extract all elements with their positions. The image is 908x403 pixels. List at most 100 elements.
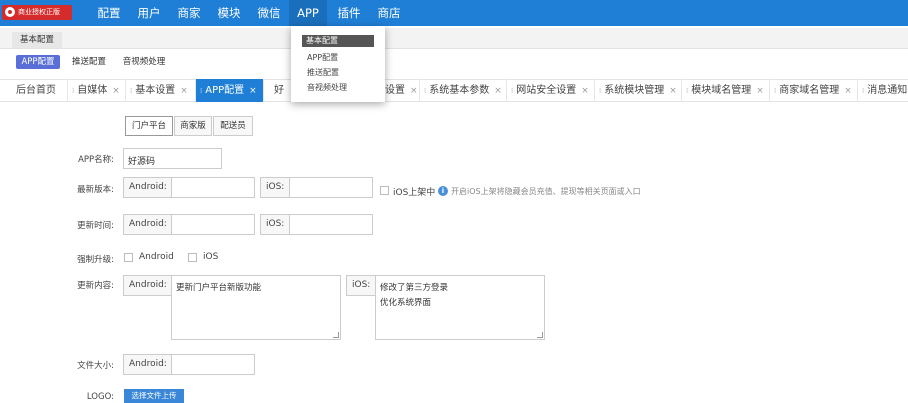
force-android-checkbox[interactable] [124, 253, 133, 262]
version-android-addon: Android: [123, 177, 172, 198]
tab-partial-b[interactable]: 设置 × [385, 79, 420, 102]
force-ios-checkbox[interactable] [188, 253, 197, 262]
update-time-label: 更新时间: [77, 221, 114, 231]
resize-handle-icon[interactable] [333, 332, 339, 338]
content-ios-addon: iOS: [346, 275, 376, 296]
update-time-ios-addon: iOS: [260, 214, 290, 235]
nav-merchants[interactable]: 商家 [172, 0, 206, 26]
segment-portal[interactable]: 门户平台 [125, 116, 173, 136]
tab-partial-b-label: 设置 [385, 85, 405, 96]
tab-media-label: 自媒体 [77, 85, 108, 96]
version-ios-input[interactable] [289, 177, 373, 198]
tab-media[interactable]: ⁞ 自媒体 × [68, 79, 126, 102]
tab-home[interactable]: 后台首页 [8, 79, 68, 102]
grip-icon: ⁞ [130, 87, 133, 95]
close-icon[interactable]: × [180, 86, 188, 96]
grip-icon: ⁞ [424, 87, 427, 95]
close-icon[interactable]: × [669, 86, 677, 96]
tab-basic-settings-label: 基本设置 [135, 85, 176, 96]
size-android-addon: Android: [123, 354, 172, 375]
content-android-line: 更新门户平台新版功能 [176, 283, 262, 293]
force-upgrade-label: 强制升级: [77, 255, 114, 265]
close-icon[interactable]: × [581, 86, 589, 96]
grip-icon: ⁞ [200, 87, 203, 95]
grip-icon: ⁞ [72, 87, 75, 95]
tab-home-label: 后台首页 [16, 85, 56, 96]
file-size-label: 文件大小: [77, 361, 114, 371]
app-dropdown-menu: 基本配置 APP配置 推送配置 音视频处理 [291, 26, 385, 102]
grip-icon: ⁞ [774, 87, 777, 95]
dropdown-header: 基本配置 [302, 35, 374, 47]
subnav-app-config[interactable]: APP配置 [16, 55, 60, 69]
basic-config-chip[interactable]: 基本配置 [12, 32, 62, 48]
tab-basic-settings[interactable]: ⁞ 基本设置 × [126, 79, 196, 102]
nav-users[interactable]: 用户 [132, 0, 166, 26]
subnav-push-config[interactable]: 推送配置 [68, 55, 110, 69]
dropdown-item-app-config[interactable]: APP配置 [307, 52, 338, 63]
secondary-bar [0, 28, 908, 49]
tab-app-config-label: APP配置 [205, 85, 245, 96]
ios-shelf-label: iOS上架中 [393, 188, 436, 198]
nav-store[interactable]: 商店 [372, 0, 406, 26]
subnav-av-processing[interactable]: 音视频处理 [118, 55, 170, 69]
close-icon[interactable]: × [410, 86, 418, 96]
close-icon[interactable]: × [494, 86, 502, 96]
brand-logo-text: 商业授权正版 [18, 8, 60, 16]
close-icon[interactable]: × [112, 86, 120, 96]
tab-partial-a[interactable]: 好 [264, 79, 292, 102]
tab-module-domain[interactable]: ⁞ 模块域名管理 × [682, 79, 770, 102]
content-ios-line: 优化系统界面 [380, 298, 432, 308]
grip-icon: ⁞ [599, 87, 602, 95]
segment-courier[interactable]: 配送员 [213, 116, 253, 136]
nav-plugins[interactable]: 插件 [332, 0, 366, 26]
update-time-android-addon: Android: [123, 214, 172, 235]
tab-app-config[interactable]: ⁞ APP配置 × [196, 79, 264, 102]
resize-handle-icon[interactable] [537, 332, 543, 338]
content-android-addon: Android: [123, 275, 172, 296]
tab-merchant-domain-label: 商家域名管理 [779, 85, 840, 96]
grip-icon: ⁞ [862, 87, 865, 95]
close-icon[interactable]: × [249, 86, 257, 96]
tab-site-security[interactable]: ⁞ 网站安全设置 × [507, 79, 595, 102]
tab-partial-a-label: 好 [274, 85, 284, 96]
tab-system-params[interactable]: ⁞ 系统基本参数 × [420, 79, 507, 102]
tab-module-domain-label: 模块域名管理 [691, 85, 752, 96]
ios-shelf-hint: 开启iOS上架将隐藏会员充值、提现等相关页面或入口 [451, 187, 641, 196]
version-ios-addon: iOS: [260, 177, 290, 198]
app-name-label: APP名称: [78, 155, 114, 165]
tab-module-manage[interactable]: ⁞ 系统模块管理 × [595, 79, 682, 102]
tab-module-manage-label: 系统模块管理 [604, 85, 665, 96]
brand-logo: 商业授权正版 [2, 5, 72, 20]
version-label: 最新版本: [77, 185, 114, 195]
tab-notifications-label: 消息通知 [867, 85, 908, 96]
close-icon[interactable]: × [756, 86, 764, 96]
tab-notifications[interactable]: ⁞ 消息通知 [858, 79, 908, 102]
info-icon: i [438, 186, 448, 196]
size-android-input[interactable] [171, 354, 255, 375]
force-android-label: Android [139, 252, 174, 262]
force-ios-label: iOS [203, 252, 219, 262]
tab-system-params-label: 系统基本参数 [429, 85, 490, 96]
version-android-input[interactable] [171, 177, 255, 198]
ios-shelf-checkbox[interactable] [380, 186, 389, 195]
app-name-value: 好源码 [128, 157, 156, 167]
content-ios-line: 修改了第三方登录 [380, 283, 449, 293]
tab-merchant-domain[interactable]: ⁞ 商家域名管理 × [770, 79, 858, 102]
nav-modules[interactable]: 模块 [212, 0, 246, 26]
close-icon[interactable]: × [844, 86, 852, 96]
nav-wechat[interactable]: 微信 [252, 0, 286, 26]
nav-app[interactable]: APP [289, 0, 327, 26]
update-time-ios-input[interactable] [289, 214, 373, 235]
update-time-android-input[interactable] [171, 214, 255, 235]
tab-site-security-label: 网站安全设置 [516, 85, 577, 96]
dropdown-item-av-processing[interactable]: 音视频处理 [307, 82, 347, 93]
logo-label: LOGO: [86, 392, 114, 402]
segment-merchant[interactable]: 商家版 [174, 116, 212, 136]
grip-icon: ⁞ [686, 87, 689, 95]
update-content-label: 更新内容: [77, 281, 114, 291]
grip-icon: ⁞ [511, 87, 514, 95]
badge-icon [5, 7, 15, 17]
nav-config[interactable]: 配置 [92, 0, 126, 26]
dropdown-item-push-config[interactable]: 推送配置 [307, 67, 339, 78]
upload-file-button[interactable]: 选择文件上传 [124, 389, 184, 403]
